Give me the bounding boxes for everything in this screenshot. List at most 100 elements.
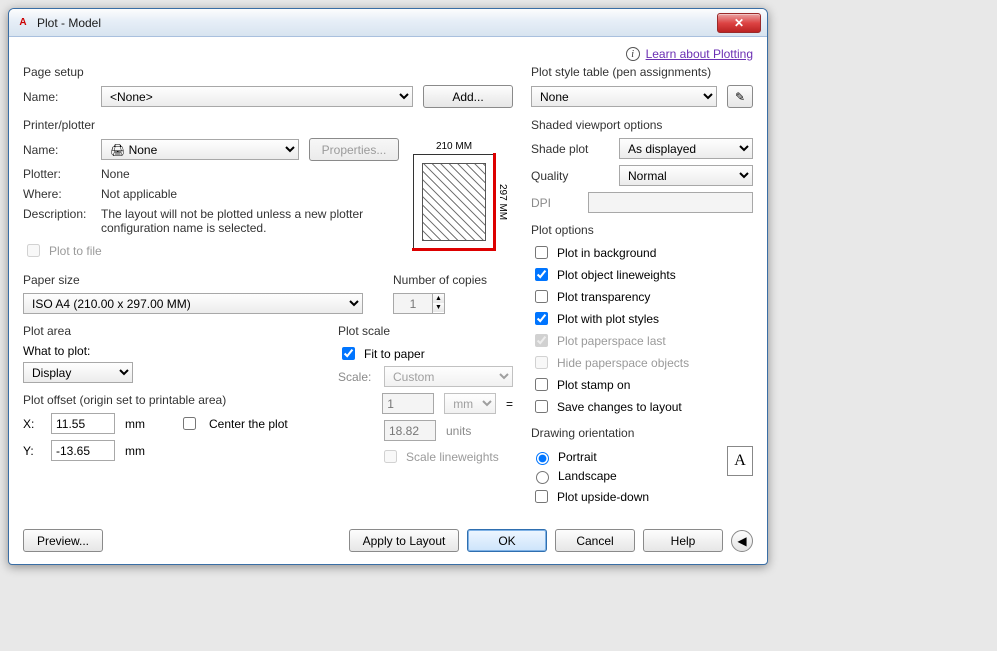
scale-label: Scale: (338, 370, 374, 384)
copies-input[interactable] (393, 293, 433, 314)
fit-to-paper-label: Fit to paper (364, 347, 425, 361)
center-plot-checkbox[interactable] (183, 417, 196, 430)
plot-style-table-legend: Plot style table (pen assignments) (531, 65, 753, 79)
description-value: The layout will not be plotted unless a … (101, 207, 399, 235)
orientation-legend: Drawing orientation (531, 426, 753, 440)
upside-down-checkbox[interactable] (535, 490, 548, 503)
shade-plot-select[interactable]: As displayed (619, 138, 753, 159)
orientation-icon: A (727, 446, 753, 476)
edit-plot-style-button[interactable]: ✎ (727, 85, 753, 108)
ok-button[interactable]: OK (467, 529, 547, 552)
learn-about-plotting-link[interactable]: Learn about Plotting (646, 47, 753, 61)
portrait-radio[interactable] (536, 452, 549, 465)
chevron-left-icon: ◀ (737, 534, 746, 548)
shaded-viewport-group: Shaded viewport options Shade plot As di… (531, 118, 753, 213)
plot-to-file-checkbox[interactable] (27, 244, 40, 257)
plot-area-group: Plot area What to plot: Display (23, 324, 316, 383)
copies-spinner[interactable]: ▲▼ (393, 293, 445, 314)
cancel-button[interactable]: Cancel (555, 529, 635, 552)
offset-x-label: X: (23, 417, 41, 431)
save-changes-checkbox[interactable] (535, 400, 548, 413)
offset-y-label: Y: (23, 444, 41, 458)
where-label: Where: (23, 187, 91, 201)
offset-x-unit: mm (125, 417, 145, 431)
shade-plot-label: Shade plot (531, 142, 609, 156)
printer-legend: Printer/plotter (23, 118, 513, 132)
app-icon: A (15, 15, 31, 31)
preview-width-text: 210 MM (414, 141, 494, 152)
scale-unit-select[interactable]: mm (444, 393, 496, 414)
page-setup-group: Page setup Name: <None> Add... (23, 65, 513, 108)
plotter-value: None (101, 167, 130, 181)
description-label: Description: (23, 207, 91, 221)
plot-style-table-group: Plot style table (pen assignments) None … (531, 65, 753, 108)
dpi-input[interactable] (588, 192, 753, 213)
plot-with-styles-checkbox[interactable] (535, 312, 548, 325)
scale-lineweights-label: Scale lineweights (406, 450, 499, 464)
close-button[interactable]: ✕ (717, 13, 761, 33)
scale-den-unit: units (446, 424, 471, 438)
plot-to-file-label: Plot to file (49, 244, 102, 258)
collapse-options-button[interactable]: ◀ (731, 530, 753, 552)
printer-name-select[interactable]: 🖨 None (101, 139, 299, 160)
upside-down-label: Plot upside-down (557, 490, 649, 504)
printer-properties-button[interactable]: Properties... (309, 138, 399, 161)
plot-area-legend: Plot area (23, 324, 316, 338)
quality-label: Quality (531, 169, 609, 183)
paper-size-label: Paper size (23, 273, 363, 287)
landscape-label: Landscape (558, 469, 617, 483)
plot-stamp-label: Plot stamp on (557, 378, 630, 392)
scale-lineweights-checkbox[interactable] (384, 450, 397, 463)
add-page-setup-button[interactable]: Add... (423, 85, 513, 108)
preview-button[interactable]: Preview... (23, 529, 103, 552)
what-to-plot-label: What to plot: (23, 344, 316, 358)
plot-dialog: A Plot - Model ✕ i Learn about Plotting … (8, 8, 768, 565)
landscape-radio[interactable] (536, 471, 549, 484)
plot-options-legend: Plot options (531, 223, 753, 237)
page-setup-name-select[interactable]: <None> (101, 86, 413, 107)
save-changes-label: Save changes to layout (557, 400, 682, 414)
apply-to-layout-button[interactable]: Apply to Layout (349, 529, 459, 552)
plot-style-table-select[interactable]: None (531, 86, 717, 107)
preview-height-text: 297 MM (497, 155, 508, 249)
edit-icon: ✎ (735, 90, 745, 104)
help-button[interactable]: Help (643, 529, 723, 552)
page-setup-legend: Page setup (23, 65, 513, 79)
plot-paperspace-last-checkbox[interactable] (535, 334, 548, 347)
plot-transparency-checkbox[interactable] (535, 290, 548, 303)
fit-to-paper-checkbox[interactable] (342, 347, 355, 360)
portrait-label: Portrait (558, 450, 597, 464)
hide-paperspace-checkbox[interactable] (535, 356, 548, 369)
copies-up-icon[interactable]: ▲ (433, 294, 444, 303)
plotter-label: Plotter: (23, 167, 91, 181)
paper-size-select[interactable]: ISO A4 (210.00 x 297.00 MM) (23, 293, 363, 314)
copies-label: Number of copies (393, 273, 513, 287)
window-title: Plot - Model (37, 16, 101, 30)
quality-select[interactable]: Normal (619, 165, 753, 186)
scale-denominator-input[interactable] (384, 420, 436, 441)
what-to-plot-select[interactable]: Display (23, 362, 133, 383)
plot-background-label: Plot in background (557, 246, 656, 260)
plot-scale-legend: Plot scale (338, 324, 513, 338)
scale-numerator-input[interactable] (382, 393, 434, 414)
plot-options-group: Plot options Plot in background Plot obj… (531, 223, 753, 416)
plot-lineweights-checkbox[interactable] (535, 268, 548, 281)
plot-background-checkbox[interactable] (535, 246, 548, 259)
printer-plotter-group: Printer/plotter Name: 🖨 None Properties.… (23, 118, 513, 263)
offset-y-unit: mm (125, 444, 145, 458)
plot-transparency-label: Plot transparency (557, 290, 650, 304)
plot-offset-group: Plot offset (origin set to printable are… (23, 393, 316, 461)
equals-label: = (506, 397, 513, 411)
copies-down-icon[interactable]: ▼ (433, 303, 444, 312)
center-plot-label: Center the plot (209, 417, 288, 431)
plot-stamp-checkbox[interactable] (535, 378, 548, 391)
plot-paperspace-last-label: Plot paperspace last (557, 334, 666, 348)
offset-y-input[interactable] (51, 440, 115, 461)
printer-name-label: Name: (23, 143, 91, 157)
offset-x-input[interactable] (51, 413, 115, 434)
close-icon: ✕ (734, 16, 744, 30)
scale-select[interactable]: Custom (384, 366, 513, 387)
drawing-orientation-group: Drawing orientation Portrait Landscape P… (531, 426, 753, 509)
plot-lineweights-label: Plot object lineweights (557, 268, 676, 282)
info-icon: i (626, 47, 640, 61)
